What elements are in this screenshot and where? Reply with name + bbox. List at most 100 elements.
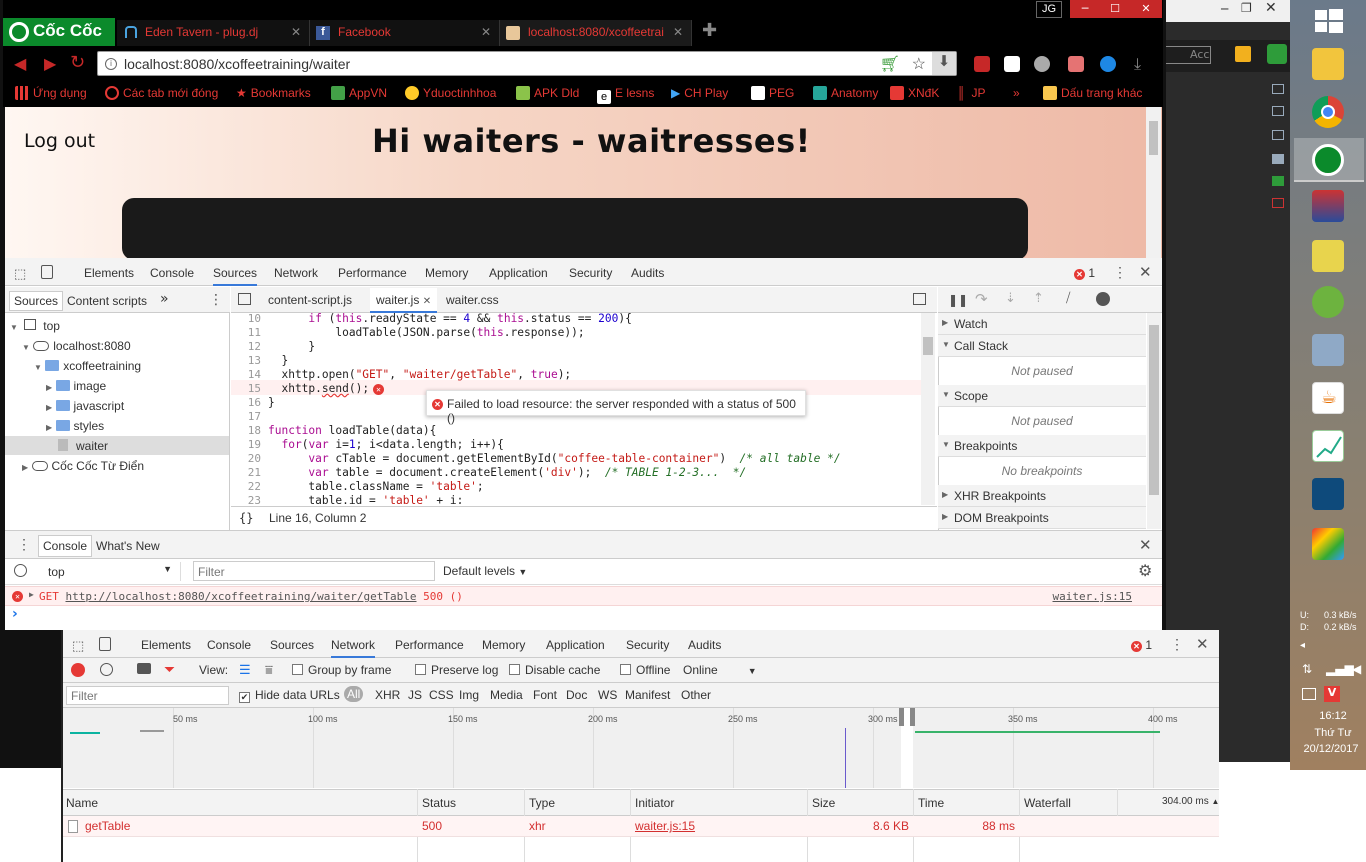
line-number[interactable]: 23 xyxy=(231,494,261,504)
throttling-dropdown[interactable]: Online ▼ xyxy=(683,663,757,677)
bookmark-yduoctinhhoa[interactable]: Yduoctinhhoa xyxy=(405,86,496,100)
file-explorer-icon[interactable] xyxy=(1312,48,1344,80)
tree-file-waiter[interactable]: waiter xyxy=(58,439,108,453)
type-filter-img[interactable]: Img xyxy=(459,688,479,702)
deactivate-breakpoints-icon[interactable]: ⧸ xyxy=(1066,291,1070,306)
section-dom-breakpoints[interactable]: DOM Breakpoints xyxy=(938,507,1146,529)
column-initiator[interactable]: Initiator xyxy=(635,796,674,810)
inspect-icon[interactable]: ⬚ xyxy=(14,266,26,282)
info-icon[interactable]: i xyxy=(105,58,117,70)
server-icon[interactable] xyxy=(1272,84,1284,94)
reload-icon[interactable]: ↻ xyxy=(70,52,85,73)
tab-security[interactable]: Security xyxy=(569,266,612,280)
maximize-icon[interactable]: ☐ xyxy=(1100,0,1130,18)
java-icon[interactable]: ☕ xyxy=(1312,382,1344,414)
game-icon[interactable] xyxy=(1312,190,1344,222)
back-icon[interactable]: ◀ xyxy=(14,54,26,73)
line-number[interactable]: 10 xyxy=(231,312,261,325)
copy-icon[interactable] xyxy=(1272,130,1284,140)
tab-elements[interactable]: Elements xyxy=(141,638,191,652)
close-icon[interactable]: ✕ xyxy=(291,25,301,39)
scrollbar-thumb[interactable] xyxy=(1149,325,1159,495)
file-tab-content-script[interactable]: content-script.js xyxy=(268,293,352,307)
tab-memory[interactable]: Memory xyxy=(425,266,468,280)
group-by-frame-checkbox[interactable]: Group by frame xyxy=(292,663,391,677)
download-icon[interactable]: ⬇ xyxy=(932,52,956,75)
tab-performance[interactable]: Performance xyxy=(338,266,407,280)
remote-desktop-icon[interactable] xyxy=(1312,334,1344,366)
bookmark-recent-tabs[interactable]: Các tab mới đóng xyxy=(105,86,218,100)
more-options-icon[interactable]: ⋮ xyxy=(209,292,223,308)
type-filter-all[interactable]: All xyxy=(344,686,364,702)
download-icon[interactable]: ⤓ xyxy=(1134,54,1141,74)
toggle-debugger-icon[interactable] xyxy=(913,293,926,305)
close-icon[interactable]: ✕ xyxy=(423,296,431,307)
server-icon[interactable] xyxy=(1272,106,1284,116)
browser-logo[interactable]: Cốc Cốc xyxy=(3,18,115,46)
tree-coccoc-dict[interactable]: ▶ Cốc Cốc Từ Điển xyxy=(22,459,144,473)
bookmark-jp[interactable]: ║ JP xyxy=(957,86,986,100)
monitor-icon[interactable] xyxy=(1272,154,1284,164)
bookmark-elesns[interactable]: e E lesns xyxy=(597,86,654,104)
tab-sources[interactable]: Sources xyxy=(213,266,258,286)
star-icon[interactable]: ☆ xyxy=(912,54,926,74)
bookmarks-overflow[interactable]: » xyxy=(1013,86,1020,100)
mysql-icon[interactable] xyxy=(1312,478,1344,510)
error-source-link[interactable]: waiter.js:15 xyxy=(1053,590,1132,603)
error-url[interactable]: http://localhost:8080/xcoffeetraining/wa… xyxy=(66,590,417,603)
bookmark-appvn[interactable]: AppVN xyxy=(331,86,387,100)
device-toolbar-icon[interactable] xyxy=(41,265,53,279)
checkbox[interactable] xyxy=(620,664,631,675)
log-levels-dropdown[interactable]: Default levels ▼ xyxy=(443,564,527,578)
page-scrollbar[interactable] xyxy=(1146,107,1161,258)
tree-host[interactable]: ▼ localhost:8080 xyxy=(22,339,131,353)
scrollbar-thumb[interactable] xyxy=(923,337,933,355)
column-type[interactable]: Type xyxy=(529,796,555,810)
checkbox[interactable]: ✔ xyxy=(239,692,250,703)
line-number[interactable]: 19 xyxy=(231,438,261,451)
signal-icon[interactable]: ▂▄▆ xyxy=(1326,662,1354,676)
ublock-icon[interactable] xyxy=(974,56,990,72)
minimize-icon[interactable]: ─ xyxy=(1070,0,1100,18)
keyboard-icon[interactable] xyxy=(1302,688,1316,700)
tree-folder-styles[interactable]: ▶ styles xyxy=(46,419,104,433)
editor-scrollbar[interactable] xyxy=(921,313,935,505)
file-tab-waiter-js[interactable]: waiter.js ✕ xyxy=(370,288,438,313)
more-options-icon[interactable]: ⋮ xyxy=(17,536,31,553)
network-filter-input[interactable]: Filter xyxy=(66,686,229,705)
waterfall-view-icon[interactable]: ⩸ xyxy=(265,662,273,678)
bookmark-bookmarks[interactable]: ★ Bookmarks xyxy=(236,86,311,100)
line-number[interactable]: 18 xyxy=(231,424,261,437)
line-number[interactable]: 22 xyxy=(231,480,261,493)
line-number[interactable]: 13 xyxy=(231,354,261,367)
tab-memory[interactable]: Memory xyxy=(482,638,525,652)
tab-console[interactable]: Console xyxy=(150,266,194,280)
section-xhr-breakpoints[interactable]: XHR Breakpoints xyxy=(938,485,1146,507)
tab-console-drawer[interactable]: Console xyxy=(38,535,93,557)
tab-audits[interactable]: Audits xyxy=(631,266,664,280)
close-icon[interactable]: ✕ xyxy=(1265,0,1277,16)
tab-network[interactable]: Network xyxy=(331,638,376,658)
logout-link[interactable]: Log out xyxy=(24,130,95,152)
section-scope[interactable]: Scope xyxy=(938,385,1146,407)
more-tabs-icon[interactable]: » xyxy=(160,291,169,307)
tab-elements[interactable]: Elements xyxy=(84,266,134,280)
tab-application[interactable]: Application xyxy=(546,638,605,652)
extension-icon[interactable] xyxy=(1004,56,1020,72)
toggle-navigator-icon[interactable] xyxy=(238,293,251,305)
error-icon[interactable]: ✕ xyxy=(373,384,385,395)
close-icon[interactable]: ✕ xyxy=(1139,536,1152,554)
sticky-notes-icon[interactable] xyxy=(1312,240,1344,272)
minimize-icon[interactable]: ─ xyxy=(1221,2,1228,16)
line-number[interactable]: 15 xyxy=(231,382,261,395)
more-options-icon[interactable]: ⋮ xyxy=(1170,636,1184,653)
grid-icon[interactable] xyxy=(1235,46,1251,62)
spring-icon[interactable] xyxy=(1312,286,1344,318)
filter-icon[interactable]: ⏷ xyxy=(164,661,175,678)
column-name[interactable]: Name xyxy=(66,796,98,810)
step-into-icon[interactable]: ⇣ xyxy=(1005,291,1016,306)
error-counter[interactable]: ✕ 1 xyxy=(1131,638,1152,652)
section-call-stack[interactable]: Call Stack xyxy=(938,335,1146,357)
overview-handle-right[interactable] xyxy=(910,708,915,726)
address-bar[interactable]: i localhost:8080/xcoffeetraining/waiter … xyxy=(97,51,957,76)
